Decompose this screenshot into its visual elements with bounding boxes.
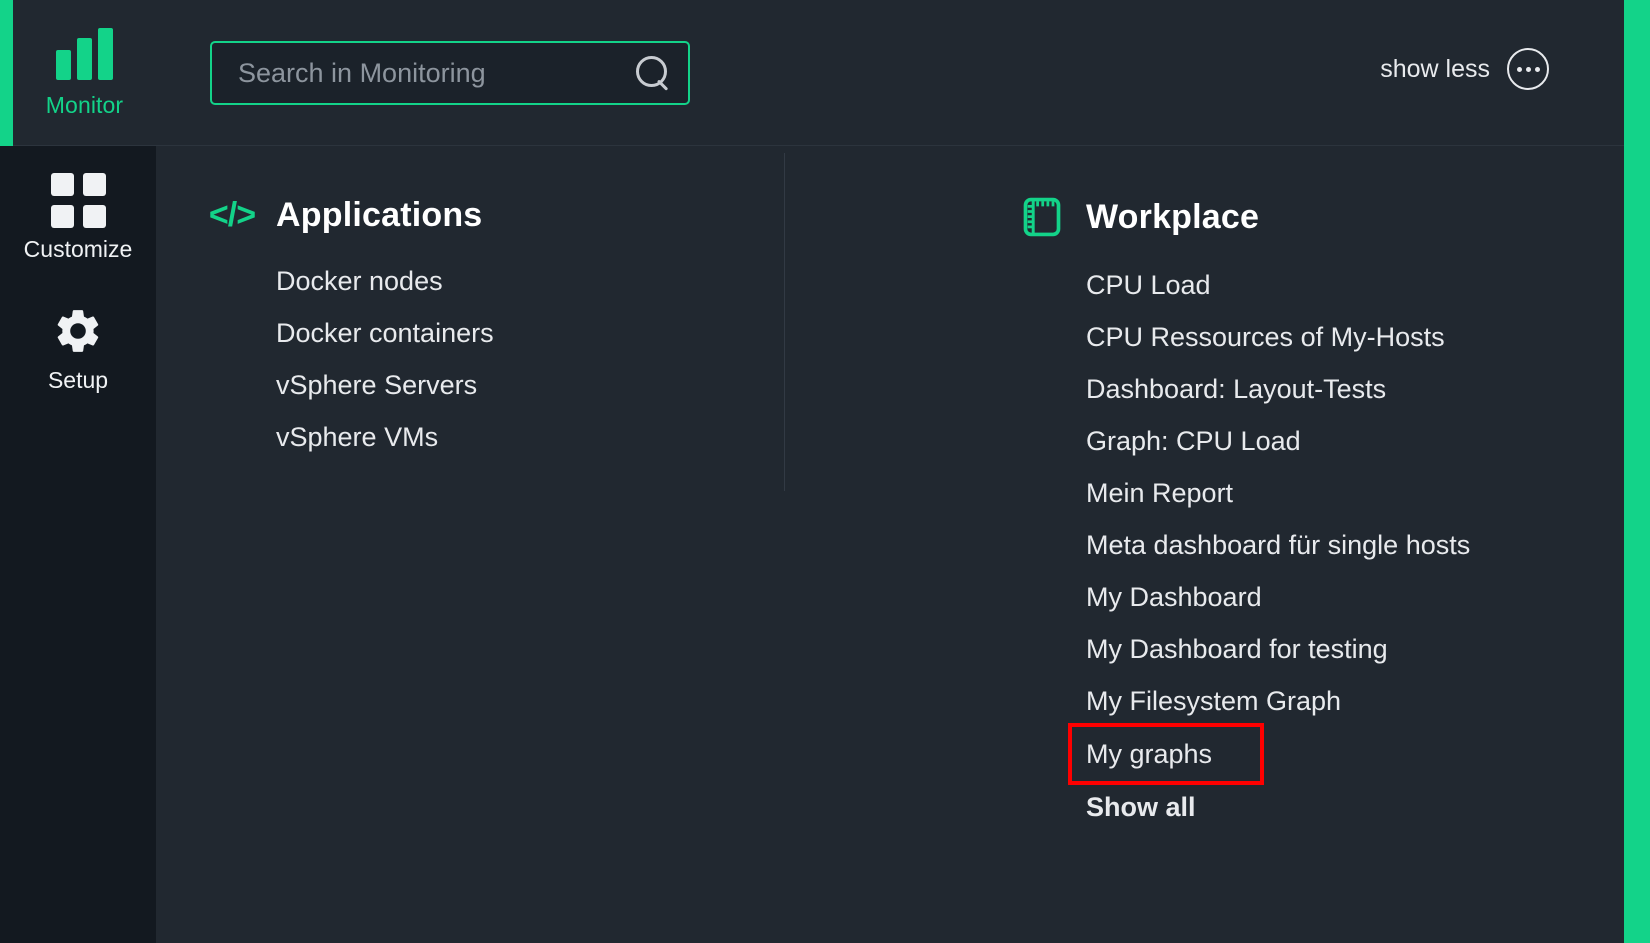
mega-menu-content: </> Applications Docker nodes Docker con… — [156, 146, 1624, 943]
list-item[interactable]: My Dashboard — [1018, 571, 1538, 623]
header-right-controls: show less — [1380, 48, 1549, 90]
column-divider — [784, 153, 785, 491]
monitoring-mega-menu: Monitor show less Customize — [0, 0, 1650, 943]
list-item[interactable]: vSphere VMs — [208, 411, 728, 463]
search-box[interactable] — [210, 41, 690, 105]
search-icon[interactable] — [632, 53, 672, 93]
bar-chart-icon — [56, 28, 113, 80]
list-item[interactable]: My Filesystem Graph — [1018, 675, 1538, 727]
topic-title-applications: Applications — [276, 196, 482, 235]
gear-icon — [52, 303, 104, 359]
ellipsis-icon[interactable] — [1507, 48, 1549, 90]
list-item-show-all[interactable]: Show all — [1018, 781, 1538, 833]
header-accent-strip — [0, 0, 13, 146]
topic-header-workplace[interactable]: Workplace — [1018, 194, 1538, 240]
notebook-icon — [1018, 194, 1066, 240]
list-item[interactable]: Meta dashboard für single hosts — [1018, 519, 1538, 571]
sidebar-item-label-customize: Customize — [24, 236, 133, 263]
list-item[interactable]: Dashboard: Layout-Tests — [1018, 363, 1538, 415]
sidebar-item-setup[interactable]: Setup — [0, 277, 156, 408]
topic-applications: </> Applications Docker nodes Docker con… — [208, 194, 728, 463]
list-item[interactable]: vSphere Servers — [208, 359, 728, 411]
list-item[interactable]: Docker containers — [208, 307, 728, 359]
list-item[interactable]: Graph: CPU Load — [1018, 415, 1538, 467]
list-item[interactable]: CPU Load — [1018, 259, 1538, 311]
topic-list-applications: Docker nodes Docker containers vSphere S… — [208, 255, 728, 463]
grid-icon — [51, 172, 106, 228]
search-input[interactable] — [238, 58, 632, 89]
top-header-bar: Monitor show less — [0, 0, 1624, 146]
sidebar-item-customize[interactable]: Customize — [0, 146, 156, 277]
brand-monitor-button[interactable]: Monitor — [13, 0, 156, 146]
list-item[interactable]: My Dashboard for testing — [1018, 623, 1538, 675]
list-item[interactable]: CPU Ressources of My-Hosts — [1018, 311, 1538, 363]
topic-workplace: Workplace CPU Load CPU Ressources of My-… — [1018, 194, 1538, 833]
code-icon: </> — [208, 194, 256, 236]
topic-header-applications[interactable]: </> Applications — [208, 194, 728, 236]
topic-list-workplace: CPU Load CPU Ressources of My-Hosts Dash… — [1018, 259, 1538, 833]
show-less-button[interactable]: show less — [1380, 55, 1490, 84]
list-item[interactable]: Mein Report — [1018, 467, 1538, 519]
list-item[interactable]: Docker nodes — [208, 255, 728, 307]
list-item-my-graphs-highlighted[interactable]: My graphs — [1072, 727, 1260, 781]
sidebar-item-label-setup: Setup — [48, 367, 108, 394]
right-edge-accent-strip — [1624, 0, 1650, 943]
topic-title-workplace: Workplace — [1086, 198, 1259, 237]
brand-label: Monitor — [46, 92, 123, 119]
left-sidebar: Customize Setup — [0, 146, 156, 943]
